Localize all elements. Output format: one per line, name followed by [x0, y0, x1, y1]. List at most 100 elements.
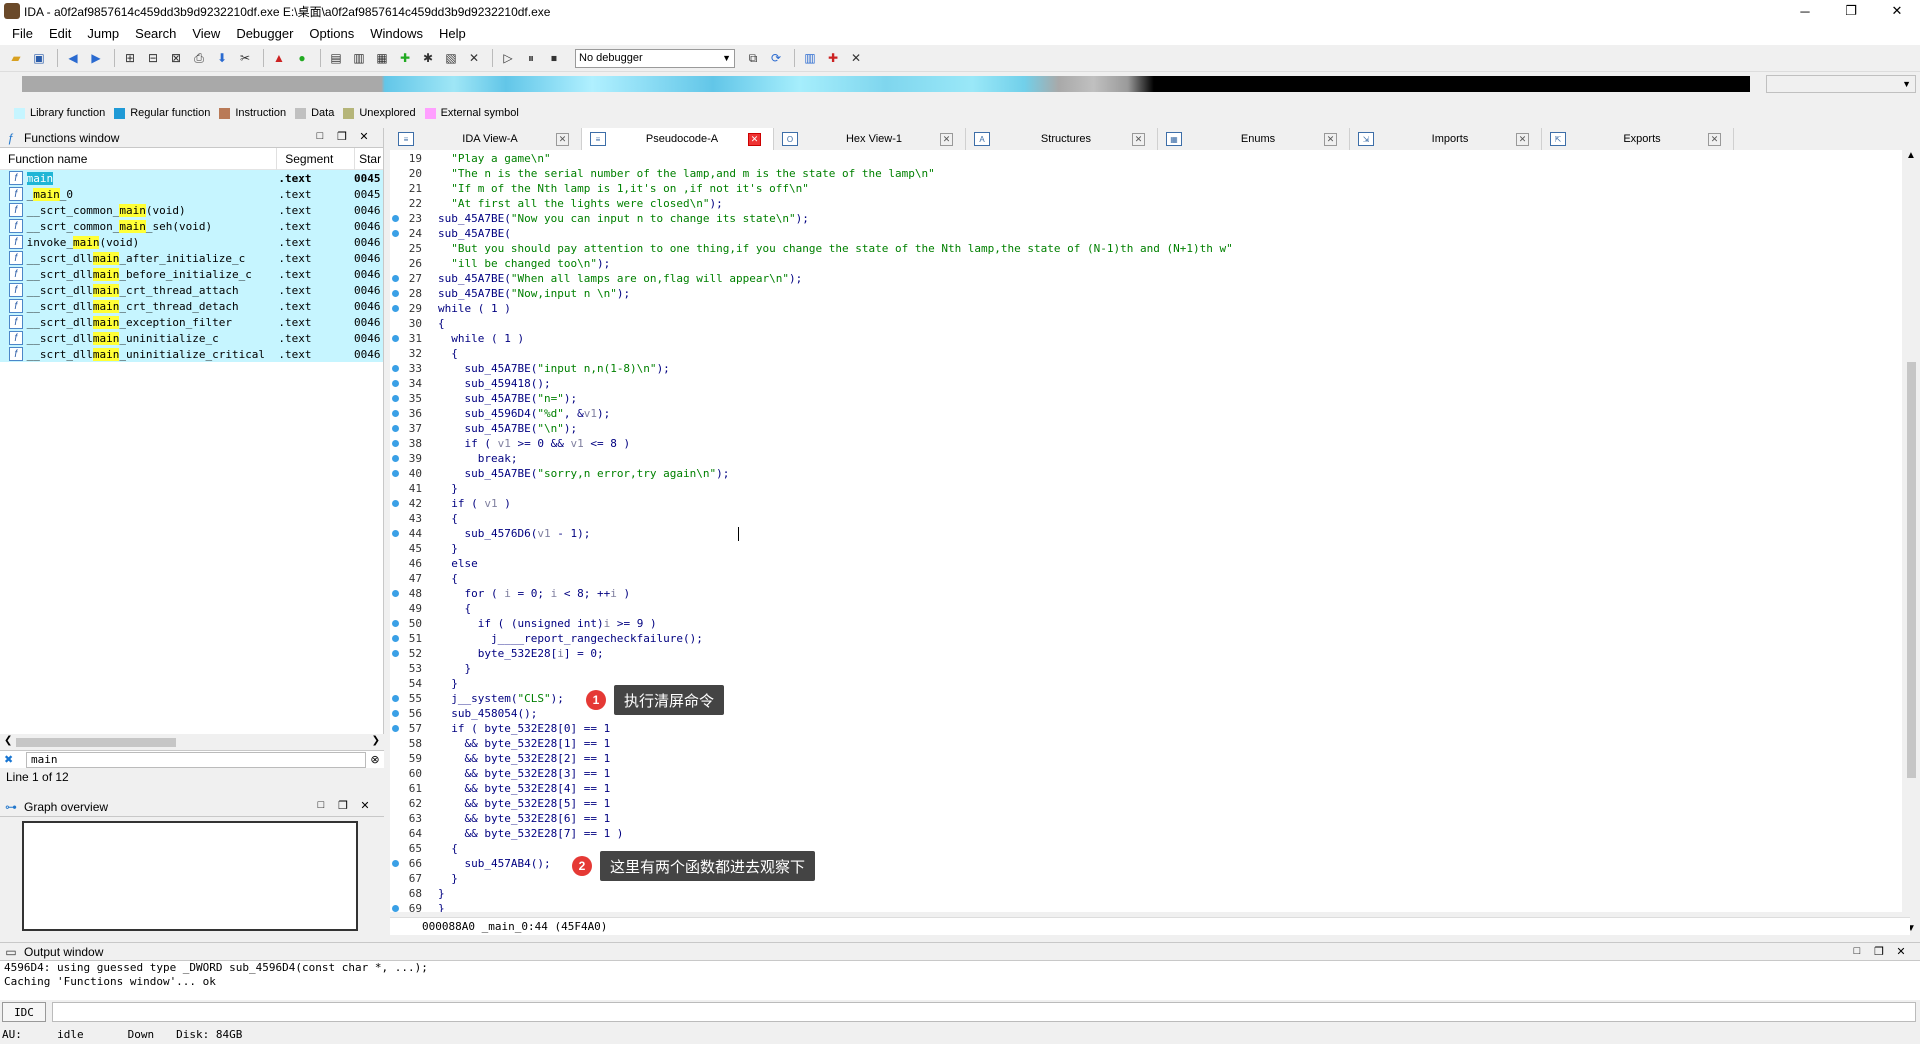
xref-icon[interactable]: ✱ — [418, 48, 438, 68]
pane-float-icon[interactable]: ❐ — [332, 799, 354, 812]
function-row[interactable]: f __scrt_dllmain_crt_thread_detach .text 00… — [0, 298, 383, 314]
chart-icon[interactable]: ▥ — [800, 48, 820, 68]
breakpoint-dot[interactable] — [392, 290, 399, 297]
menu-jump[interactable]: Jump — [79, 26, 127, 41]
tab-pseudocode-a[interactable]: ≡ Pseudocode-A ✕ — [582, 128, 774, 150]
code-line[interactable]: 58 && byte_532E28[1] == 1 — [390, 737, 1890, 752]
breakpoint-dot[interactable] — [392, 635, 399, 642]
code-line[interactable]: 22 "At first all the lights were closed\… — [390, 197, 1890, 212]
column-segment[interactable]: Segment — [277, 147, 356, 170]
code-line[interactable]: 24 sub_45A7BE( — [390, 227, 1890, 242]
code-line[interactable]: 38 if ( v1 >= 0 && v1 <= 8 ) — [390, 437, 1890, 452]
menu-search[interactable]: Search — [127, 26, 184, 41]
graph-overview-canvas[interactable] — [22, 821, 358, 931]
code-line[interactable]: 45 } — [390, 542, 1890, 557]
code-line[interactable]: 62 && byte_532E28[5] == 1 — [390, 797, 1890, 812]
pause-debug-icon[interactable]: ⏸ — [521, 48, 541, 68]
save-icon[interactable]: ▣ — [29, 48, 49, 68]
imm-search-icon[interactable]: ⊠ — [166, 48, 186, 68]
menu-debugger[interactable]: Debugger — [228, 26, 301, 41]
add-icon[interactable]: ✚ — [395, 48, 415, 68]
menu-file[interactable]: File — [4, 26, 41, 41]
function-row[interactable]: f main .text 0045 — [0, 170, 383, 186]
breakpoint-dot[interactable] — [392, 215, 399, 222]
minimize-button[interactable]: ─ — [1782, 0, 1828, 22]
command-input[interactable] — [52, 1002, 1916, 1022]
undefine-icon[interactable]: ✕ — [464, 48, 484, 68]
functions-hscrollbar[interactable]: ❮ ❯ — [0, 734, 384, 750]
breakpoint-dot[interactable] — [392, 695, 399, 702]
navigation-band[interactable]: ▼ — [0, 73, 1920, 95]
function-row[interactable]: f _main_0 .text 0045 — [0, 186, 383, 202]
segment-dropdown[interactable]: ▼ — [1766, 75, 1916, 93]
pane-maximize-icon[interactable]: □ — [1846, 945, 1868, 958]
code-line[interactable]: 44 sub_4576D6(v1 - 1); — [390, 527, 1890, 542]
debugger-select[interactable]: No debugger ▼ — [575, 48, 735, 68]
breakpoint-dot[interactable] — [392, 395, 399, 402]
code-line[interactable]: 42 if ( v1 ) — [390, 497, 1890, 512]
function-row[interactable]: f __scrt_dllmain_before_initialize_c .text… — [0, 266, 383, 282]
scroll-up-icon[interactable]: ▲ — [1906, 150, 1916, 161]
refresh-icon[interactable]: ⟳ — [766, 48, 786, 68]
open-icon[interactable]: ▰ — [6, 48, 26, 68]
column-function-name[interactable]: Function name — [0, 147, 278, 170]
idc-language-button[interactable]: IDC — [2, 1002, 46, 1022]
function-row[interactable]: f __scrt_dllmain_uninitialize_critical .te… — [0, 346, 383, 362]
breakpoint-dot[interactable] — [392, 410, 399, 417]
function-row[interactable]: f __scrt_common_main(void) .text 0046 — [0, 202, 383, 218]
download-icon[interactable]: ⬇ — [212, 48, 232, 68]
code-line[interactable]: 23 sub_45A7BE("Now you can input n to cha… — [390, 212, 1890, 227]
pane-close-icon[interactable]: ✕ — [353, 130, 375, 143]
tab-enums[interactable]: ▦ Enums ✕ — [1158, 128, 1350, 150]
pane-float-icon[interactable]: ❐ — [331, 130, 353, 143]
breakpoint-dot[interactable] — [392, 305, 399, 312]
code-line[interactable]: 21 "If m of the Nth lamp is 1,it's on ,i… — [390, 182, 1890, 197]
code-line[interactable]: 49 { — [390, 602, 1890, 617]
tab-close-icon[interactable]: ✕ — [1132, 132, 1145, 146]
pseudocode-vscrollbar[interactable]: ▲ ▼ — [1902, 150, 1920, 934]
code-line[interactable]: 34 sub_459418(); — [390, 377, 1890, 392]
tab-hex-view-1[interactable]: O Hex View-1 ✕ — [774, 128, 966, 150]
struct-icon[interactable]: ▦ — [372, 48, 392, 68]
tab-close-icon[interactable]: ✕ — [940, 132, 953, 146]
clear-filter-icon[interactable]: ⊗ — [366, 753, 384, 766]
code-line[interactable]: 52 byte_532E28[i] = 0; — [390, 647, 1890, 662]
scroll-thumb[interactable] — [1907, 362, 1916, 778]
text-search-icon[interactable]: ⊟ — [143, 48, 163, 68]
function-row[interactable]: f __scrt_dllmain_exception_filter .text 004… — [0, 314, 383, 330]
stop-debug-icon[interactable]: ⏹ — [544, 48, 564, 68]
scroll-right-icon[interactable]: ❯ — [372, 735, 380, 746]
print-icon[interactable]: ⎙ — [189, 48, 209, 68]
breakpoint-dot[interactable] — [392, 905, 399, 912]
function-row[interactable]: f __scrt_dllmain_uninitialize_c .text 0046 — [0, 330, 383, 346]
tool-icon[interactable]: ✂ — [235, 48, 255, 68]
data-icon[interactable]: ▥ — [349, 48, 369, 68]
code-line[interactable]: 47 { — [390, 572, 1890, 587]
code-line[interactable]: 41 } — [390, 482, 1890, 497]
code-line[interactable]: 25 "But you should pay attention to one … — [390, 242, 1890, 257]
breakpoint-dot[interactable] — [392, 470, 399, 477]
breakpoint-dot[interactable] — [392, 530, 399, 537]
function-row[interactable]: f __scrt_common_main_seh(void) .text 0046 — [0, 218, 383, 234]
pseudocode-view[interactable]: 19 "Play a game\n" 20 "The n is the seria… — [390, 150, 1910, 912]
code-line[interactable]: 63 && byte_532E28[6] == 1 — [390, 812, 1890, 827]
code-line[interactable]: 30 { — [390, 317, 1890, 332]
function-row[interactable]: f __scrt_dllmain_crt_thread_attach .text 00… — [0, 282, 383, 298]
breakpoint-dot[interactable] — [392, 230, 399, 237]
pane-float-icon[interactable]: ❐ — [1868, 945, 1890, 958]
tab-structures[interactable]: A Structures ✕ — [966, 128, 1158, 150]
code-line[interactable]: 19 "Play a game\n" — [390, 152, 1890, 167]
close-button[interactable]: ✕ — [1874, 0, 1920, 22]
breakpoint-dot[interactable] — [392, 860, 399, 867]
tab-close-icon[interactable]: ✕ — [1324, 132, 1337, 146]
code-line[interactable]: 35 sub_45A7BE("n="); — [390, 392, 1890, 407]
flowchart-icon[interactable]: ▲ — [269, 48, 289, 68]
code-line[interactable]: 20 "The n is the serial number of the la… — [390, 167, 1890, 182]
pane-close-icon[interactable]: ✕ — [1890, 945, 1912, 958]
code-line[interactable]: 61 && byte_532E28[4] == 1 — [390, 782, 1890, 797]
code-line[interactable]: 68} — [390, 887, 1890, 902]
menu-view[interactable]: View — [184, 26, 228, 41]
plus-red-icon[interactable]: ✚ — [823, 48, 843, 68]
back-icon[interactable]: ◀ — [63, 48, 83, 68]
menu-edit[interactable]: Edit — [41, 26, 79, 41]
